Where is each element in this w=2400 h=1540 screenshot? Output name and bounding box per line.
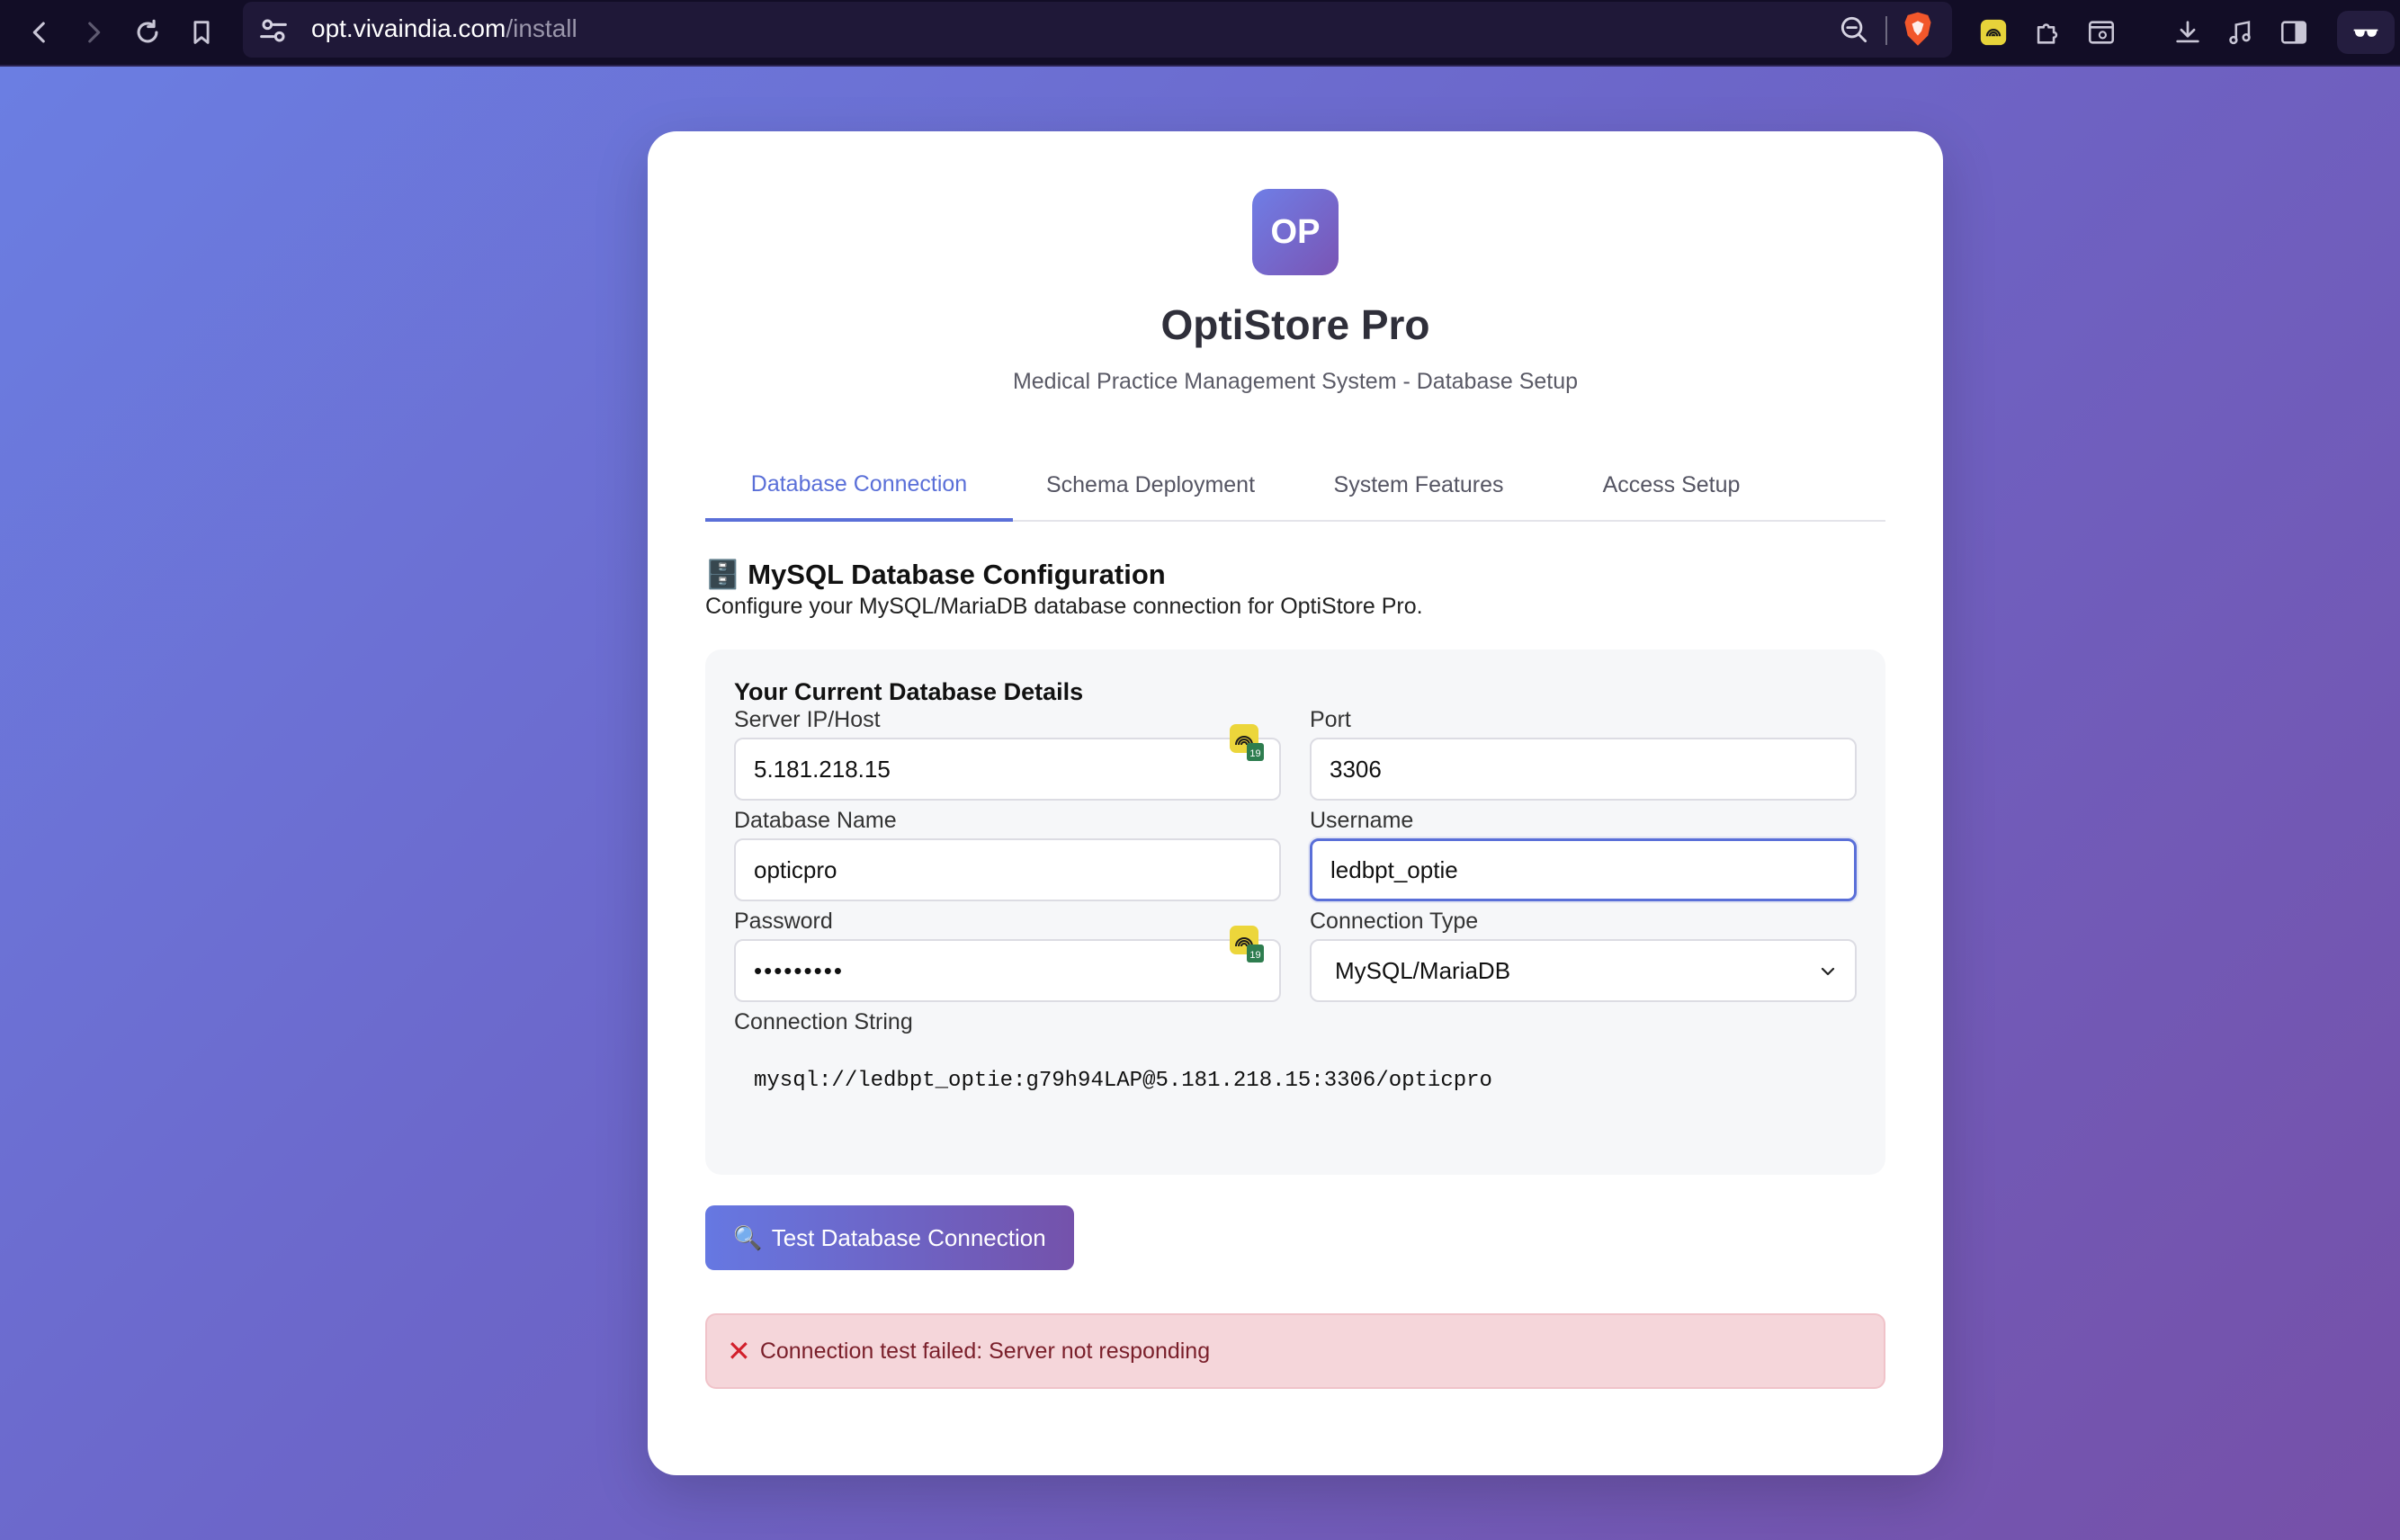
port-value: 3306	[1330, 755, 1382, 783]
database-cabinet-icon: 🗄️	[705, 559, 740, 590]
password-manager-fingerprint-icon-2[interactable]: 19	[1229, 925, 1265, 964]
section-title: 🗄️ MySQL Database Configuration	[705, 558, 1166, 591]
database-name-label: Database Name	[734, 808, 897, 833]
test-connection-label: Test Database Connection	[771, 1223, 1046, 1251]
section-description: Configure your MySQL/MariaDB database co…	[705, 594, 1423, 619]
tab-access-setup[interactable]: Access Setup	[1549, 450, 1794, 520]
reload-icon[interactable]	[126, 11, 169, 54]
database-details-panel: Your Current Database Details Server IP/…	[705, 649, 1885, 1175]
connection-error-alert: ✕ Connection test failed: Server not res…	[705, 1313, 1885, 1389]
server-host-value: 5.181.218.15	[754, 755, 891, 783]
downloads-icon[interactable]	[2166, 11, 2209, 54]
error-x-icon: ✕	[727, 1335, 751, 1367]
url-host: opt.vivaindia.com	[311, 14, 506, 42]
server-host-input[interactable]: 5.181.218.15	[734, 738, 1281, 801]
forward-icon[interactable]	[72, 11, 115, 54]
database-name-value: opticpro	[754, 855, 837, 883]
app-subtitle: Medical Practice Management System - Dat…	[1012, 369, 1579, 394]
setup-tabs: Database Connection Schema Deployment Sy…	[705, 450, 1885, 522]
password-label: Password	[734, 909, 833, 934]
magnifier-icon: 🔍	[733, 1223, 763, 1251]
url-path: /install	[506, 14, 578, 42]
fingerprint-badge-count: 19	[1249, 748, 1260, 759]
test-connection-button[interactable]: 🔍 Test Database Connection	[705, 1205, 1074, 1270]
site-settings-icon[interactable]	[255, 13, 291, 49]
tab-system-features[interactable]: System Features	[1288, 450, 1549, 520]
url-separator	[1885, 16, 1887, 45]
browser-toolbar: opt.vivaindia.com/install	[0, 0, 2400, 67]
extension-fingerprint-icon[interactable]	[1972, 11, 2015, 54]
username-label: Username	[1310, 808, 1414, 833]
brave-shields-icon[interactable]	[1900, 11, 1936, 49]
app-logo: OP	[1252, 189, 1339, 275]
username-input[interactable]: ledbpt_optie	[1310, 838, 1857, 901]
tab-schema-deployment[interactable]: Schema Deployment	[1013, 450, 1288, 520]
port-label: Port	[1310, 707, 1351, 732]
connection-type-label: Connection Type	[1310, 909, 1479, 934]
connection-string-label: Connection String	[734, 1009, 913, 1034]
error-message: Connection test failed: Server not respo…	[759, 1338, 1211, 1364]
bookmark-icon[interactable]	[180, 11, 223, 54]
password-masked-value: •••••••••	[754, 956, 844, 984]
url-text[interactable]: opt.vivaindia.com/install	[311, 14, 578, 43]
details-heading: Your Current Database Details	[734, 678, 1084, 705]
reader-mode-icon[interactable]	[2080, 11, 2123, 54]
private-profile-glasses-icon[interactable]	[2337, 11, 2395, 54]
sidebar-toggle-icon[interactable]	[2272, 11, 2315, 54]
address-bar[interactable]: opt.vivaindia.com/install	[243, 2, 1952, 58]
section-title-text: MySQL Database Configuration	[748, 559, 1166, 590]
password-manager-fingerprint-icon[interactable]: 19	[1229, 723, 1265, 763]
connection-type-value: MySQL/MariaDB	[1335, 956, 1511, 984]
extensions-puzzle-icon[interactable]	[2026, 11, 2069, 54]
connection-type-select[interactable]: MySQL/MariaDB	[1310, 939, 1857, 1002]
username-value: ledbpt_optie	[1330, 855, 1458, 883]
zoom-out-icon[interactable]	[1837, 13, 1871, 47]
media-music-icon[interactable]	[2218, 11, 2261, 54]
database-name-input[interactable]: opticpro	[734, 838, 1281, 901]
setup-card: OP OptiStore Pro Medical Practice Manage…	[648, 131, 1943, 1475]
tab-database-connection[interactable]: Database Connection	[705, 450, 1013, 522]
back-icon[interactable]	[18, 11, 61, 54]
chevron-down-icon	[1821, 967, 1835, 976]
port-input[interactable]: 3306	[1310, 738, 1857, 801]
server-host-label: Server IP/Host	[734, 707, 881, 732]
password-input[interactable]: •••••••••	[734, 939, 1281, 1002]
connection-string-value: mysql://ledbpt_optie:g79h94LAP@5.181.218…	[754, 1069, 1492, 1093]
app-title: OptiStore Pro	[1160, 301, 1430, 348]
fingerprint-badge-count-2: 19	[1249, 950, 1260, 961]
